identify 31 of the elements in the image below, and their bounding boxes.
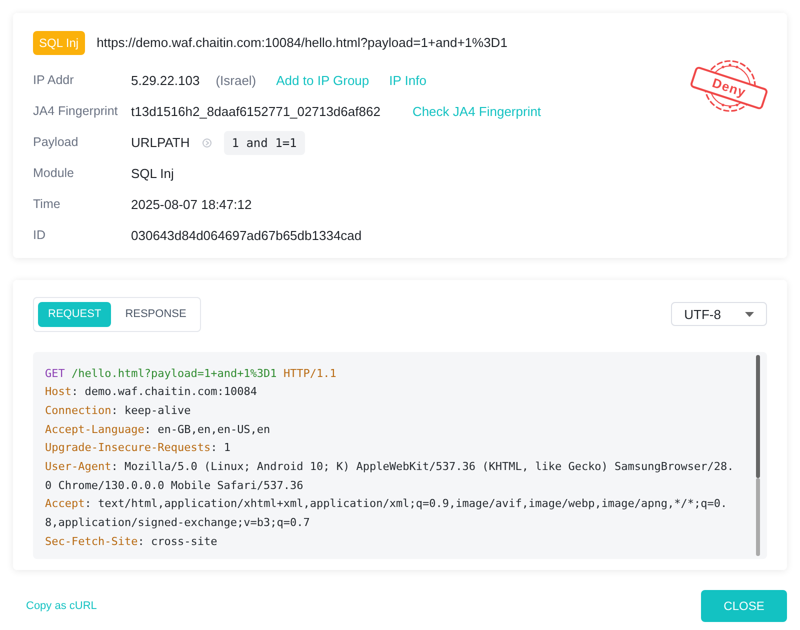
field-label: ID [33,227,46,244]
request-line: GET /hello.html?payload=1+and+1%3D1 HTTP/1.1 [45,366,338,382]
copy-curl-link[interactable]: Copy as cURL [26,598,97,614]
payload-code: 1 and 1=1 [224,130,305,154]
fingerprint-value: t13d1516h2_8daaf6152771_02713d6af862 [131,102,380,121]
close-button[interactable]: CLOSE [701,590,787,622]
header-line: Upgrade-Insecure-Requests: 1 [45,440,232,456]
header-line: Sec-Fetch-Site: cross-site [45,534,218,550]
field-label: Time [33,196,62,214]
field-label: Module [33,165,75,182]
request-url: https://demo.waf.chaitin.com:10084/hello.html?payload=1+and+1%3D1 [96,34,508,52]
caret-icon [745,312,754,317]
field-value: 030643d84d064697ad67b65db1334cad [131,226,362,245]
field-label: IP Addr [33,72,75,90]
field-label: JA4 Fingerprint [33,103,119,120]
link[interactable]: IP Info [389,70,426,90]
field-label: Payload [33,134,80,152]
link[interactable]: Add to IP Group [276,70,370,90]
attack-tag: SQL Inj [33,31,85,55]
payload-location: URLPATH [131,134,190,152]
ip-address: 5.29.22.103 [131,72,200,90]
field-value: SQL Inj [131,164,174,183]
tab[interactable]: REQUEST [38,302,112,326]
header-line: Host: demo.waf.chaitin.com:10084 [45,384,258,400]
encoding-select[interactable]: UTF-8 [671,302,767,326]
header-line: Accept-Language: en-GB,en,en-US,en [45,422,272,438]
field-value: 2025-08-07 18:47:12 [131,196,252,214]
country-note: (Israel) [216,72,256,90]
link[interactable]: Check JA4 Fingerprint [412,102,542,122]
tab[interactable]: RESPONSE [115,302,196,326]
header-line: Connection: keep-alive [45,402,192,419]
